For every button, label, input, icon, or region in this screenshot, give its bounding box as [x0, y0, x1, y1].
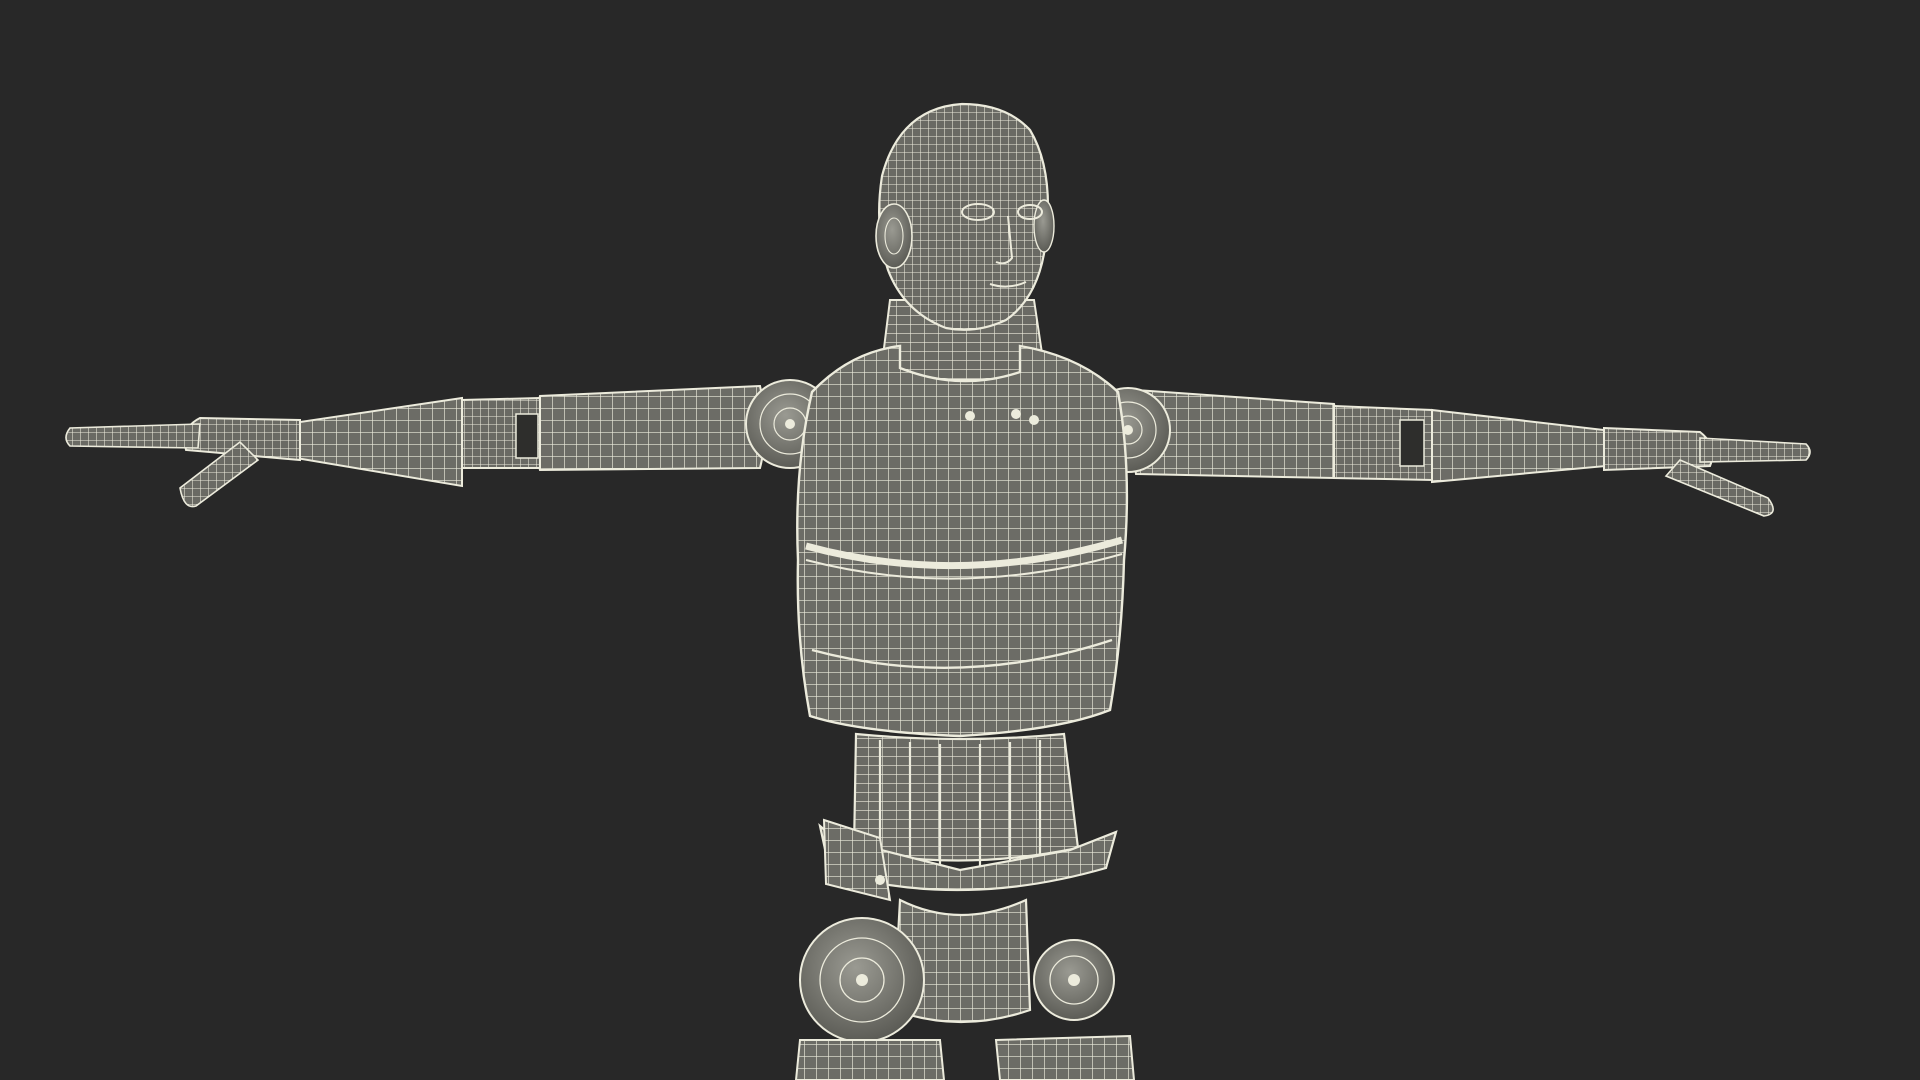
left-hip-joint [799, 917, 925, 1043]
abdomen [852, 732, 1080, 862]
chest-rivet [1029, 415, 1039, 425]
render-viewport [0, 0, 1920, 1080]
pelvis-rivet [875, 875, 885, 885]
left-thigh [794, 1039, 946, 1080]
right-fingers [1699, 437, 1811, 463]
chest-plate [796, 344, 1129, 738]
right-hand [1603, 426, 1714, 472]
right-ear-disc [1033, 199, 1055, 253]
right-thumb [1664, 459, 1774, 517]
right-arm [1131, 388, 1811, 517]
right-hip-joint [1033, 939, 1115, 1021]
left-forearm [292, 396, 463, 488]
head [875, 102, 1055, 331]
chest-rivet [965, 411, 975, 421]
left-fingers [65, 423, 201, 449]
left-upper-arm [534, 384, 766, 472]
right-forearm [1431, 408, 1610, 484]
left-arm [65, 384, 766, 508]
robot-wireframe-render [65, 102, 1811, 1080]
left-ear-disc [875, 203, 913, 269]
right-thigh [994, 1034, 1136, 1080]
chest-rivet [1011, 409, 1021, 419]
